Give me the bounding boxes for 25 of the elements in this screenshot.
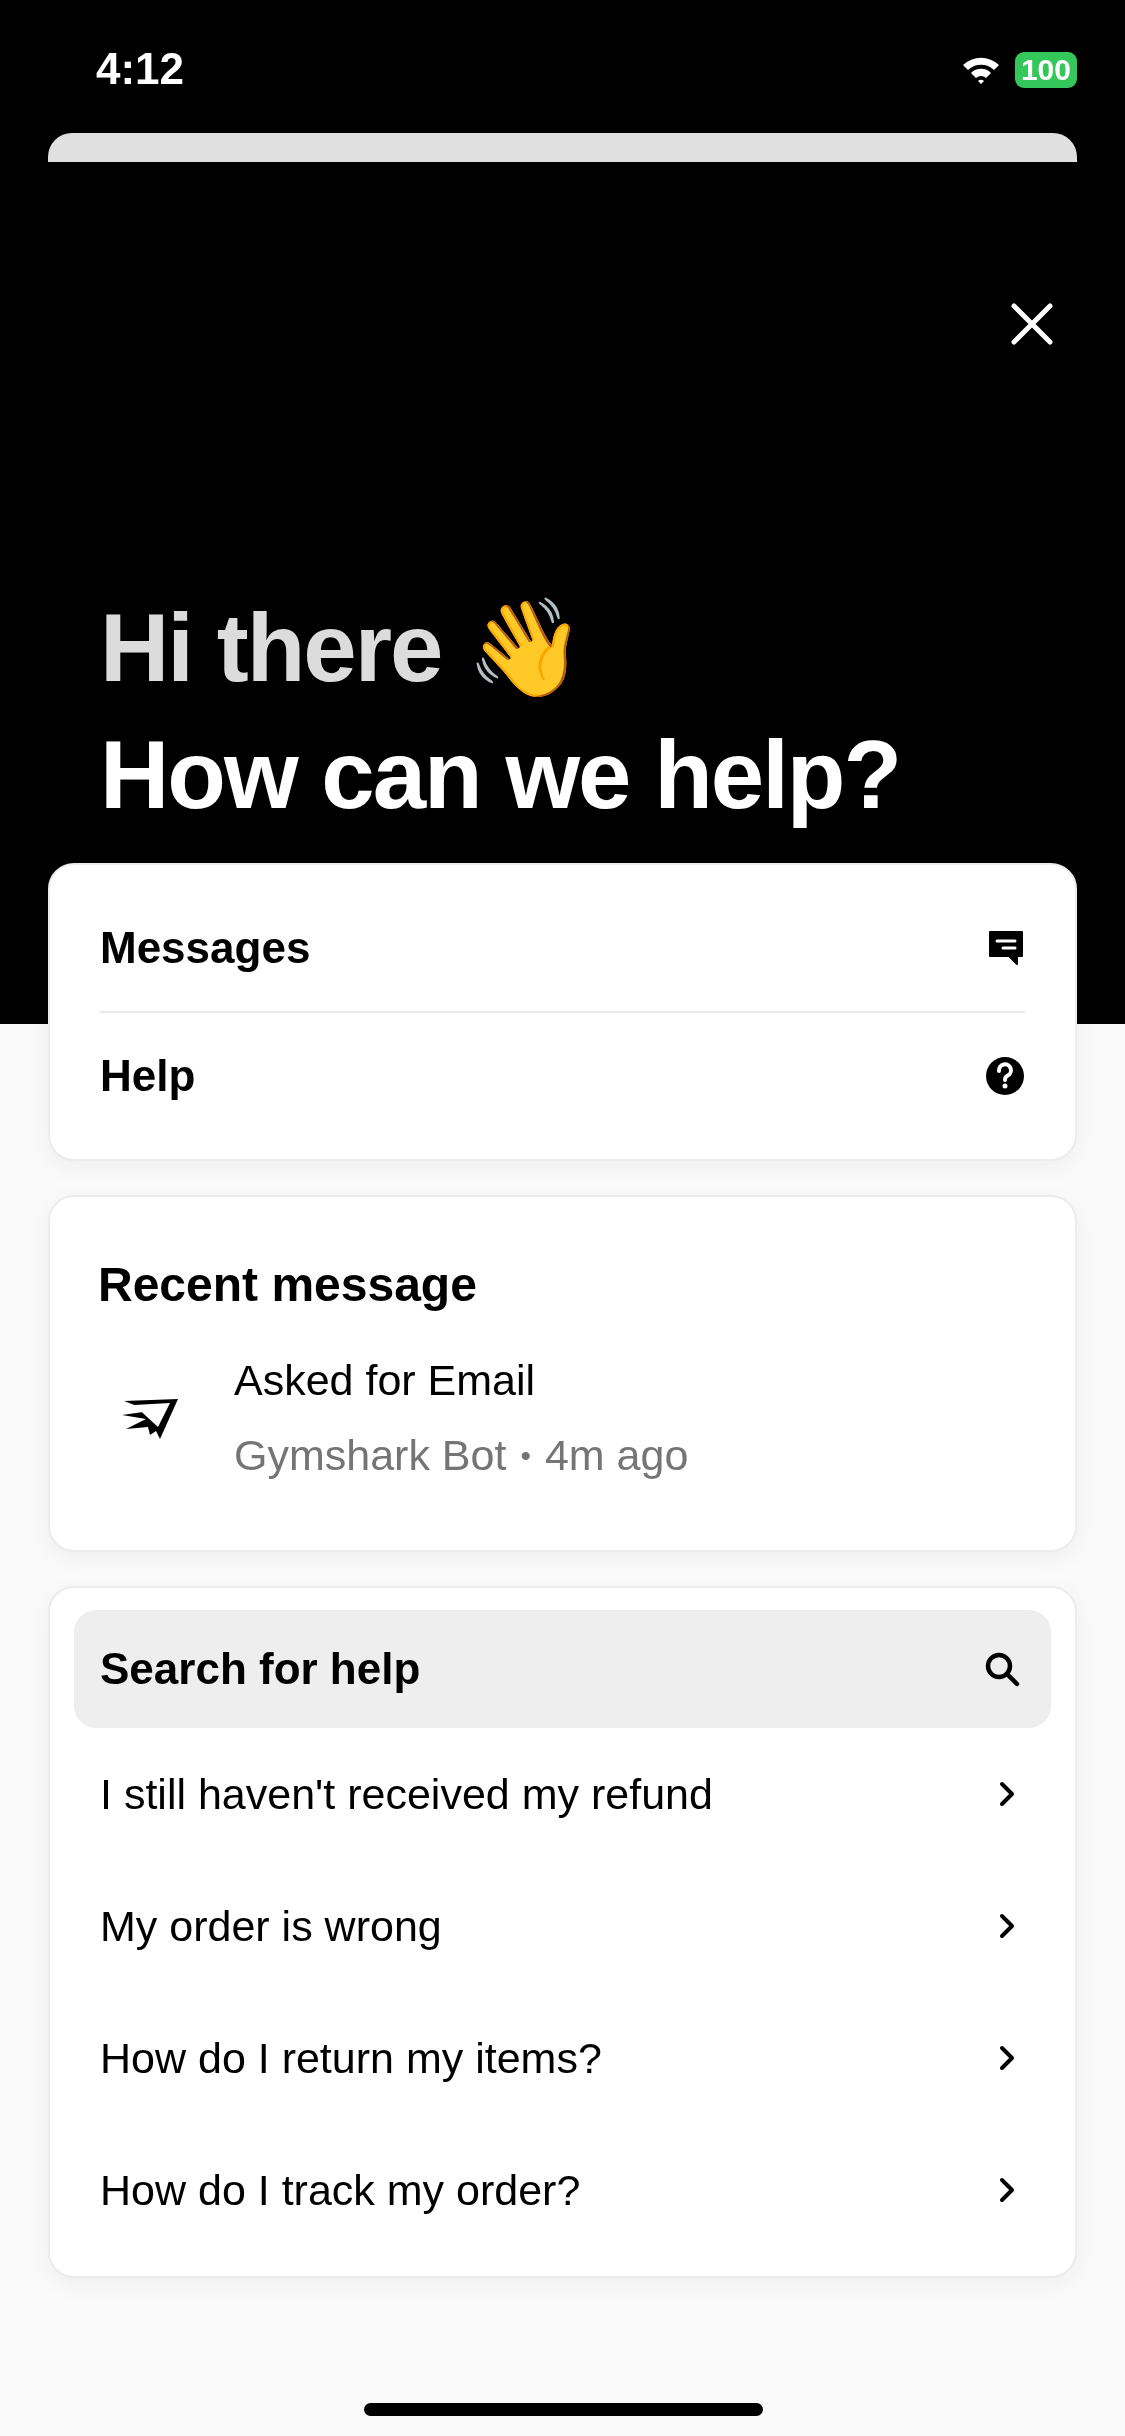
chevron-icon <box>999 2177 1015 2203</box>
search-icon <box>983 1650 1021 1688</box>
greeting-text: Hi there 👋 <box>100 593 586 703</box>
separator-dot: • <box>520 1438 531 1473</box>
battery-indicator: 100 <box>1014 52 1077 88</box>
status-time: 4:12 <box>96 44 185 94</box>
message-time: 4m ago <box>544 1431 689 1480</box>
nav-item[interactable]: Messages <box>100 885 1025 1011</box>
article-link[interactable]: My order is wrong <box>74 1860 1051 1992</box>
chevron-icon <box>999 1781 1015 1807</box>
close-icon[interactable] <box>1010 302 1054 346</box>
chat-bubble-icon <box>987 929 1025 967</box>
card-title: Recent message <box>98 1257 478 1312</box>
article-link[interactable]: How do I return my items? <box>74 1992 1051 2124</box>
article-link[interactable]: How do I track my order? <box>74 2124 1051 2256</box>
chevron-icon <box>999 2045 1015 2071</box>
chevron-icon <box>999 1913 1015 1939</box>
sender-name: Gymshark Bot <box>234 1431 507 1480</box>
message-preview: Asked for Email <box>234 1356 537 1405</box>
nav-item[interactable]: Help <box>100 1013 1025 1139</box>
question-icon <box>985 1056 1025 1096</box>
article-link[interactable]: I still haven't received my refund <box>74 1728 1051 1860</box>
search-field[interactable]: Search for help <box>74 1610 1051 1728</box>
heading: How can we help? <box>100 720 902 830</box>
recent-message-card[interactable]: Recent message Asked for Email Gymshark Bot • 4m ago <box>48 1195 1077 1552</box>
